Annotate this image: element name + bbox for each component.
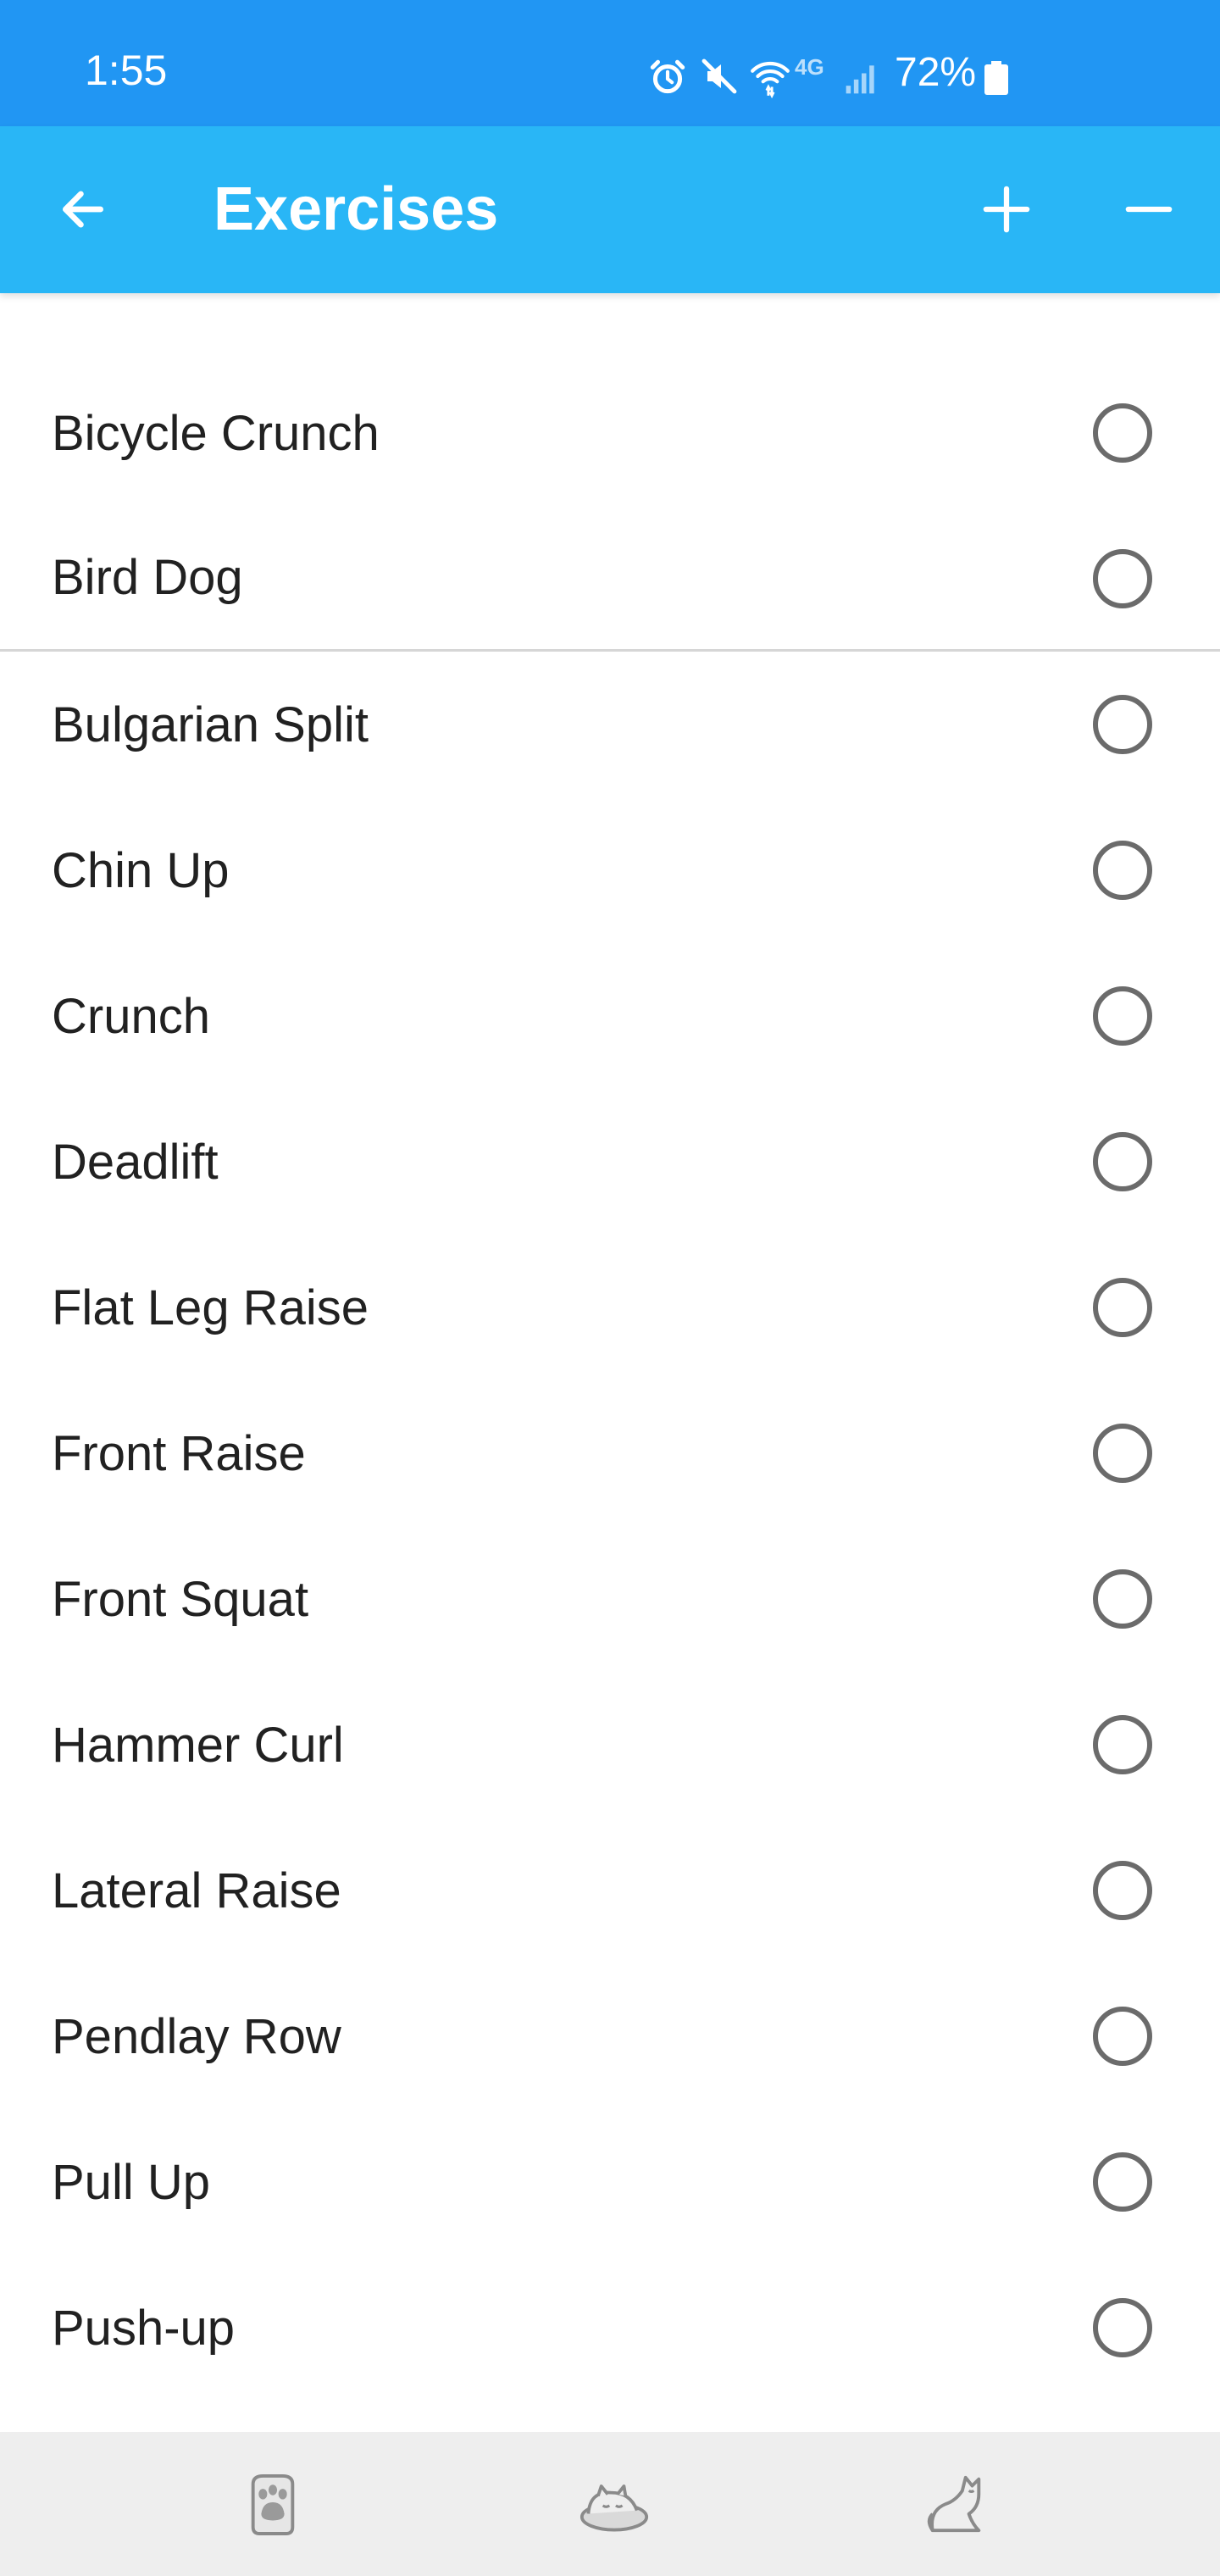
battery-icon: [984, 61, 1008, 95]
battery-percent: 72%: [895, 50, 977, 95]
nav-item-stretching-cat[interactable]: [909, 2457, 1002, 2551]
list-item[interactable]: Crunch: [0, 943, 1220, 1089]
add-exercise-button[interactable]: [964, 167, 1049, 252]
back-button[interactable]: [41, 167, 125, 252]
list-item[interactable]: Deadlift: [0, 1089, 1220, 1235]
nav-item-paw[interactable]: [226, 2457, 319, 2551]
list-item[interactable]: Front Raise: [0, 1380, 1220, 1526]
list-item[interactable]: Front Squat: [0, 1526, 1220, 1672]
remove-exercise-button[interactable]: [1106, 167, 1191, 252]
exercise-label: Push-up: [52, 2300, 236, 2356]
exercise-label: Bird Dog: [52, 550, 243, 605]
exercise-label: Bulgarian Split: [52, 697, 369, 752]
network-type: 4G: [795, 54, 824, 80]
radio-button[interactable]: [1093, 549, 1152, 608]
radio-button[interactable]: [1093, 986, 1152, 1046]
sleeping-cat-icon: [580, 2484, 649, 2532]
status-bar: 1:55 4G 72%: [0, 0, 1220, 126]
radio-button[interactable]: [1093, 2152, 1152, 2212]
paw-icon: [251, 2474, 295, 2535]
radio-button[interactable]: [1093, 2007, 1152, 2066]
radio-button[interactable]: [1093, 695, 1152, 754]
wifi-icon: [751, 61, 790, 98]
page-title: Exercises: [214, 175, 499, 243]
list-item[interactable]: Bulgarian Split: [0, 652, 1220, 797]
radio-button[interactable]: [1093, 841, 1152, 900]
exercise-label: Pendlay Row: [52, 2008, 341, 2064]
stretching-cat-icon: [927, 2475, 981, 2533]
minus-icon: [1125, 206, 1173, 213]
list-item[interactable]: Pull Up: [0, 2109, 1220, 2255]
nav-item-sleeping-cat[interactable]: [568, 2457, 661, 2551]
list-item[interactable]: Bird Dog: [0, 506, 1220, 652]
exercise-label: Lateral Raise: [52, 1863, 341, 1918]
radio-button[interactable]: [1093, 1278, 1152, 1337]
exercise-label: Crunch: [52, 988, 210, 1044]
radio-button[interactable]: [1093, 1569, 1152, 1629]
signal-icon: [846, 65, 874, 94]
list-item[interactable]: Chin Up: [0, 797, 1220, 943]
list-item[interactable]: Bicycle Crunch: [0, 360, 1220, 506]
app-bar: Exercises: [0, 126, 1220, 293]
list-item[interactable]: Lateral Raise: [0, 1818, 1220, 1963]
list-item[interactable]: Flat Leg Raise: [0, 1235, 1220, 1380]
radio-button[interactable]: [1093, 2298, 1152, 2357]
exercise-label: Hammer Curl: [52, 1717, 344, 1773]
list-item[interactable]: Pendlay Row: [0, 1963, 1220, 2109]
exercise-label: Front Raise: [52, 1425, 306, 1481]
list-item[interactable]: Push-up: [0, 2255, 1220, 2401]
status-time: 1:55: [85, 47, 168, 94]
list-item[interactable]: Hammer Curl: [0, 1672, 1220, 1818]
plus-icon: [983, 186, 1030, 233]
exercise-label: Pull Up: [52, 2154, 210, 2210]
radio-button[interactable]: [1093, 1424, 1152, 1483]
exercise-label: Deadlift: [52, 1134, 219, 1190]
radio-button[interactable]: [1093, 1132, 1152, 1191]
alarm-icon: [650, 59, 685, 94]
exercise-list: Bicycle Crunch Bird Dog Bulgarian Split …: [0, 360, 1220, 2401]
mute-icon: [702, 58, 737, 94]
exercise-label: Bicycle Crunch: [52, 405, 380, 461]
radio-button[interactable]: [1093, 1861, 1152, 1920]
exercise-label: Chin Up: [52, 842, 230, 898]
bottom-nav: [0, 2432, 1220, 2576]
radio-button[interactable]: [1093, 1715, 1152, 1774]
exercise-label: Flat Leg Raise: [52, 1280, 369, 1335]
arrow-left-icon: [62, 191, 104, 228]
radio-button[interactable]: [1093, 403, 1152, 463]
exercise-label: Front Squat: [52, 1571, 309, 1627]
